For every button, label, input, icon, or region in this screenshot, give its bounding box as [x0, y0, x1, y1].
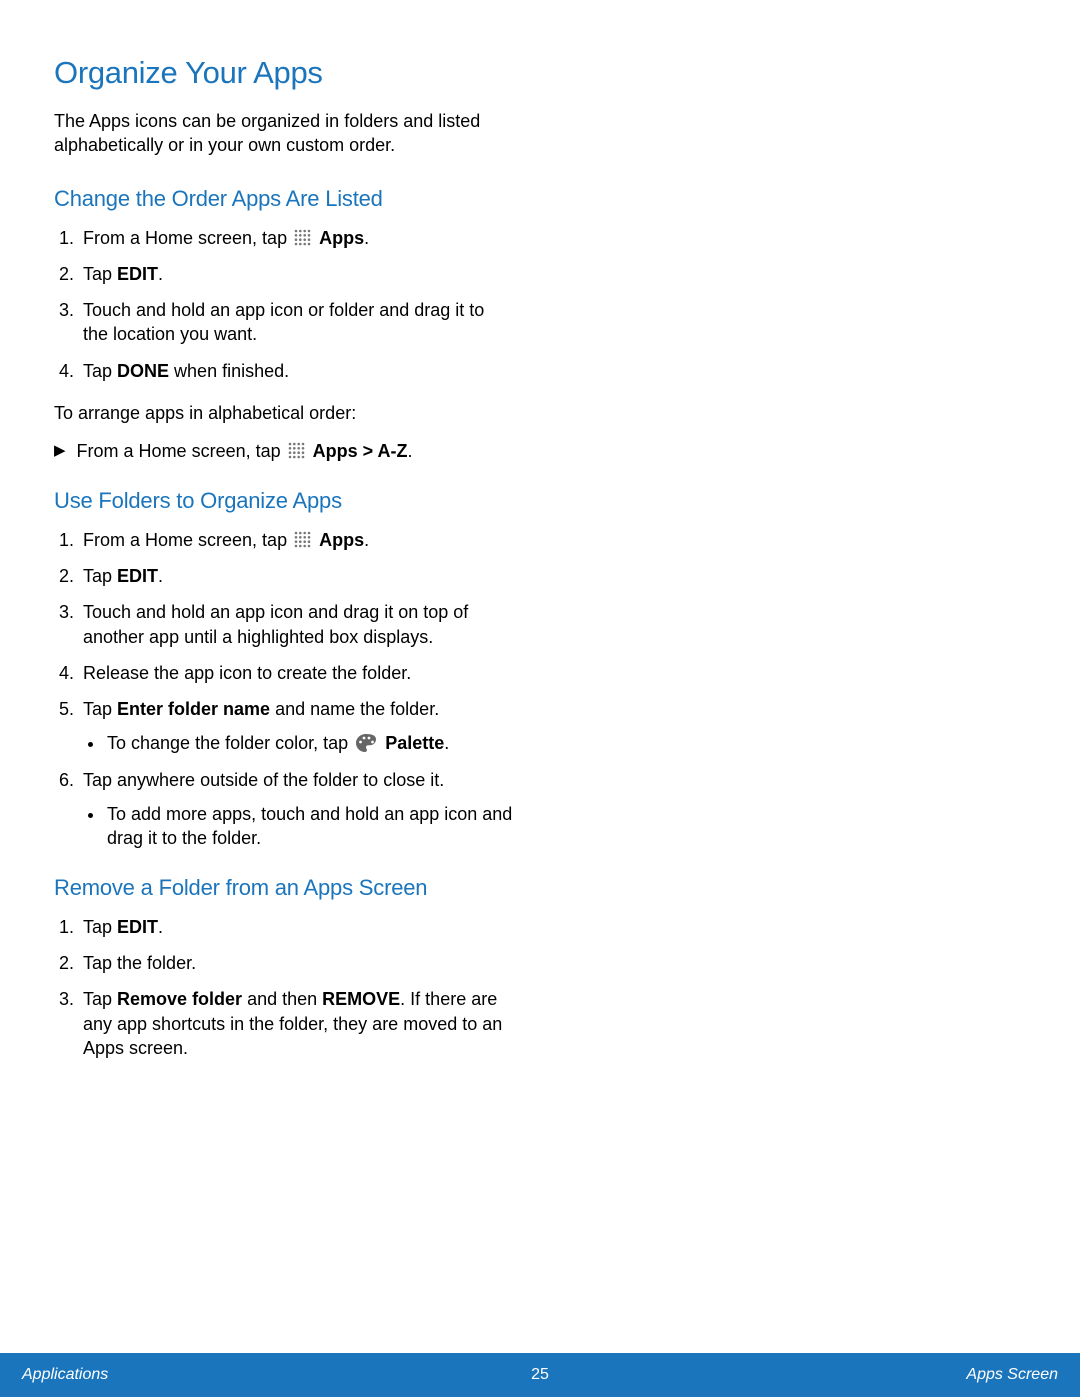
- step-bold: Apps: [319, 228, 364, 248]
- section-heading-1: Change the Order Apps Are Listed: [54, 186, 514, 212]
- palette-icon: [355, 733, 377, 753]
- step-text: and name the folder.: [270, 699, 439, 719]
- list-item: Touch and hold an app icon or folder and…: [79, 298, 514, 347]
- step-bold: EDIT: [117, 566, 158, 586]
- step-bold: EDIT: [117, 264, 158, 284]
- step-bold: Palette: [385, 733, 444, 753]
- list-item: To change the folder color, tap Palette.: [105, 731, 514, 755]
- step-text: From a Home screen, tap: [83, 228, 287, 248]
- section-heading-2: Use Folders to Organize Apps: [54, 488, 514, 514]
- step-text: Tap: [83, 989, 117, 1009]
- apps-grid-icon: [288, 442, 305, 459]
- list-item: Tap anywhere outside of the folder to cl…: [79, 768, 514, 851]
- step-bold: Enter folder name: [117, 699, 270, 719]
- step-bold: Apps: [319, 530, 364, 550]
- step-text: Tap: [83, 917, 117, 937]
- list-item: Tap DONE when finished.: [79, 359, 514, 383]
- list-item: Tap Enter folder name and name the folde…: [79, 697, 514, 756]
- page-footer: Applications 25 Apps Screen: [0, 1353, 1080, 1397]
- list-item: From a Home screen, tap Apps.: [79, 226, 514, 250]
- list-item: Release the app icon to create the folde…: [79, 661, 514, 685]
- list-item: To add more apps, touch and hold an app …: [105, 802, 514, 851]
- step-text: From a Home screen, tap: [83, 530, 287, 550]
- step-text: From a Home screen, tap: [77, 441, 281, 461]
- step-bold: DONE: [117, 361, 169, 381]
- list-item: Touch and hold an app icon and drag it o…: [79, 600, 514, 649]
- step-text: and then: [242, 989, 322, 1009]
- step-text: Tap anywhere outside of the folder to cl…: [83, 770, 444, 790]
- list-item: Tap EDIT.: [79, 262, 514, 286]
- list-item: Tap EDIT.: [79, 915, 514, 939]
- list-item: Tap Remove folder and then REMOVE. If th…: [79, 987, 514, 1060]
- apps-grid-icon: [294, 531, 311, 548]
- step-text: when finished.: [169, 361, 289, 381]
- list-item: From a Home screen, tap Apps.: [79, 528, 514, 552]
- apps-grid-icon: [294, 229, 311, 246]
- page-title: Organize Your Apps: [54, 55, 514, 91]
- step-bold: Remove folder: [117, 989, 242, 1009]
- intro-paragraph: The Apps icons can be organized in folde…: [54, 109, 514, 158]
- triangle-right-icon: ▶: [54, 441, 66, 461]
- section-heading-3: Remove a Folder from an Apps Screen: [54, 875, 514, 901]
- arrow-step: ▶ From a Home screen, tap Apps > A-Z.: [54, 439, 514, 463]
- arrange-intro: To arrange apps in alphabetical order:: [54, 401, 514, 425]
- list-item: Tap the folder.: [79, 951, 514, 975]
- step-bold: Apps > A-Z: [313, 441, 408, 461]
- step-text: To change the folder color, tap: [107, 733, 348, 753]
- step-text: Tap: [83, 361, 117, 381]
- footer-page-number: 25: [0, 1366, 1080, 1384]
- step-text: Tap: [83, 566, 117, 586]
- step-bold: EDIT: [117, 917, 158, 937]
- step-text: Tap: [83, 264, 117, 284]
- step-text: Tap: [83, 699, 117, 719]
- step-bold: REMOVE: [322, 989, 400, 1009]
- list-item: Tap EDIT.: [79, 564, 514, 588]
